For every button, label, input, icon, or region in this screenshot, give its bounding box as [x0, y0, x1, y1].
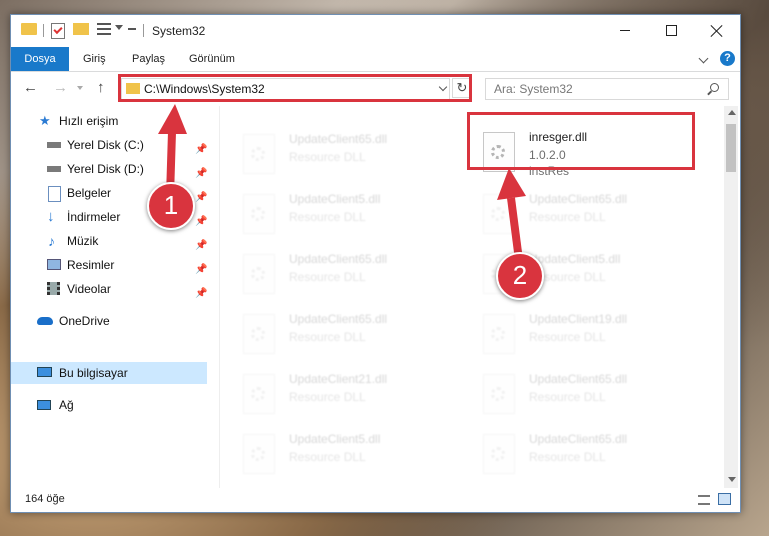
- callout-2: 2: [496, 252, 544, 300]
- arrow-2-line: [507, 197, 523, 261]
- arrow-2-head: [497, 168, 526, 200]
- annotation-arrows: [158, 104, 526, 261]
- arrow-1-head: [158, 104, 187, 134]
- callout-1: 1: [147, 182, 195, 230]
